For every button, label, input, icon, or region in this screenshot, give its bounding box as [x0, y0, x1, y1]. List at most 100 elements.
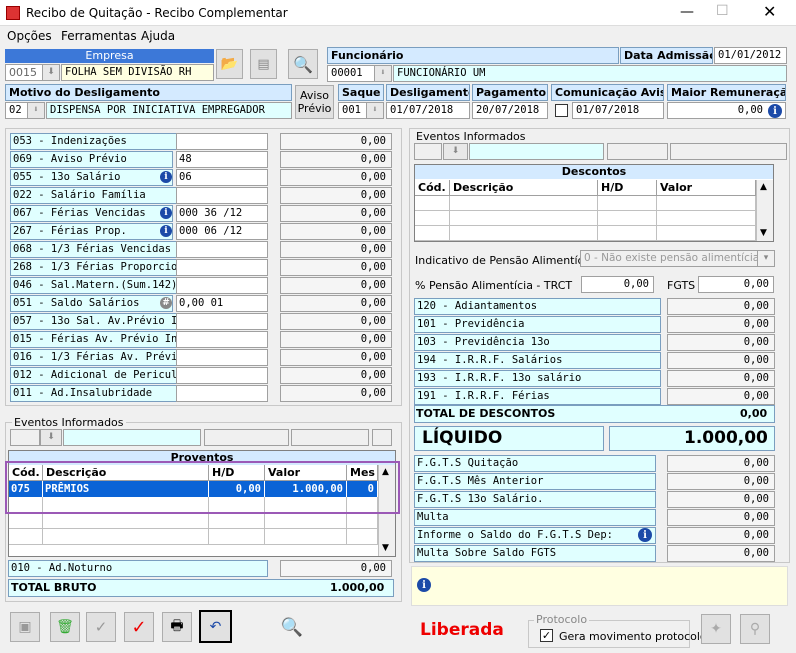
comunicacao-field[interactable]: 01/07/2018 [572, 102, 664, 119]
fgts-row-value[interactable]: 0,00 [667, 473, 775, 490]
left-row-value[interactable]: 0,00 [280, 367, 392, 384]
scroll-down-icon[interactable]: ▼ [382, 543, 389, 553]
left-row-value[interactable]: 0,00 [280, 277, 392, 294]
descontos-empty-cell[interactable] [598, 211, 657, 226]
menu-opcoes[interactable]: Opções [7, 29, 52, 43]
settings-button[interactable]: ✦ [701, 614, 731, 644]
proventos-empty-cell[interactable] [43, 529, 209, 545]
desligamento-field[interactable]: 01/07/2018 [386, 102, 470, 119]
descontos-empty-cell[interactable] [657, 196, 756, 211]
eventos-right-hd[interactable] [607, 143, 668, 160]
descontos-empty-cell[interactable] [415, 211, 450, 226]
descontos-empty-cell[interactable] [450, 226, 598, 241]
left-row-value[interactable]: 0,00 [280, 349, 392, 366]
maximize-icon[interactable]: ☐ [716, 3, 729, 19]
aviso-previo-button[interactable]: Aviso Prévio [295, 85, 334, 119]
eventos-right-drop[interactable]: ⬇ [443, 143, 468, 160]
info-icon[interactable]: i [160, 207, 172, 219]
left-row-value[interactable]: 0,00 [280, 187, 392, 204]
eventos-left-mes[interactable] [372, 429, 392, 446]
left-row-value[interactable]: 0,00 [280, 169, 392, 186]
left-row-value[interactable]: 0,00 [280, 223, 392, 240]
fgts-row-value[interactable]: 0,00 [667, 527, 775, 544]
left-row-value[interactable]: 0,00 [280, 385, 392, 402]
menu-ferramentas[interactable]: Ferramentas [61, 29, 137, 43]
proventos-empty-cell[interactable] [9, 529, 43, 545]
right-row-value[interactable]: 0,00 [667, 334, 775, 351]
left-row-value[interactable]: 0,00 [280, 259, 392, 276]
delete-button[interactable]: 🗑 [50, 612, 80, 642]
fgts-row-value[interactable]: 0,00 [667, 491, 775, 508]
fgts-info-icon[interactable]: i [638, 528, 652, 542]
admissao-field[interactable]: 01/01/2012 [714, 47, 787, 64]
left-row-extra[interactable]: 48 [176, 151, 268, 168]
eventos-right-valor[interactable] [670, 143, 787, 160]
fgts-field[interactable]: 0,00 [698, 276, 774, 293]
descontos-empty-cell[interactable] [415, 226, 450, 241]
info-icon[interactable]: i [160, 171, 172, 183]
left-row-extra[interactable]: 000 06 /12 [176, 223, 268, 240]
proventos-empty-cell[interactable] [43, 513, 209, 529]
left-row-value[interactable]: 0,00 [280, 133, 392, 150]
proventos-empty-cell[interactable] [347, 529, 378, 545]
descontos-empty-cell[interactable] [450, 211, 598, 226]
descontos-empty-cell[interactable] [415, 196, 450, 211]
chevron-down-icon[interactable]: ⬇ [374, 66, 391, 81]
chevron-down-icon[interactable]: ⬇ [42, 65, 59, 80]
right-row-value[interactable]: 0,00 [667, 316, 775, 333]
eventos-left-hd[interactable] [204, 429, 289, 446]
open-folder-button[interactable]: 📂 [216, 49, 243, 79]
left-row-extra[interactable]: 06 [176, 169, 268, 186]
descontos-empty-cell[interactable] [450, 196, 598, 211]
scroll-down-icon[interactable]: ▼ [760, 228, 767, 238]
fgts-row-value[interactable]: 0,00 [667, 509, 775, 526]
undo-button[interactable]: ↶ [199, 610, 232, 643]
protocolo-checkbox[interactable]: ✓ [540, 629, 553, 642]
menu-ajuda[interactable]: Ajuda [141, 29, 175, 43]
report-button[interactable]: ▤ [250, 49, 277, 79]
fgts-row-value[interactable]: 0,00 [667, 545, 775, 562]
confirm-button[interactable]: ✓ [86, 612, 116, 642]
noturno-value[interactable]: 0,00 [280, 560, 392, 577]
comunicacao-checkbox[interactable] [555, 104, 568, 117]
search-button[interactable]: 🔍 [288, 49, 318, 79]
left-row-value[interactable]: 0,00 [280, 295, 392, 312]
proventos-empty-cell[interactable] [347, 513, 378, 529]
proventos-empty-cell[interactable] [209, 529, 265, 545]
proventos-empty-cell[interactable] [265, 513, 347, 529]
descontos-col-header[interactable]: Valor [657, 180, 756, 196]
descontos-col-header[interactable]: Cód. [415, 180, 450, 196]
scroll-up-icon[interactable]: ▲ [760, 182, 767, 192]
left-row-extra[interactable]: 000 36 /12 [176, 205, 268, 222]
fgts-row-value[interactable]: 0,00 [667, 455, 775, 472]
descontos-empty-cell[interactable] [598, 196, 657, 211]
descontos-empty-cell[interactable] [657, 211, 756, 226]
left-row-value[interactable]: 0,00 [280, 313, 392, 330]
left-row-value[interactable]: 0,00 [280, 205, 392, 222]
chevron-down-icon[interactable]: ▾ [757, 251, 774, 266]
info-icon[interactable]: i [160, 225, 172, 237]
right-row-value[interactable]: 0,00 [667, 298, 775, 315]
print-button[interactable]: 🖶 [162, 612, 192, 642]
empresa-code-field[interactable]: 0015 ⬇ [5, 64, 60, 81]
left-row-extra[interactable]: 0,00 01 [176, 295, 268, 312]
descontos-col-header[interactable]: Descrição [450, 180, 598, 196]
left-row-value[interactable]: 0,00 [280, 151, 392, 168]
descontos-empty-cell[interactable] [598, 226, 657, 241]
eventos-left-code[interactable] [10, 429, 40, 446]
saque-field[interactable]: 001 ⬇ [338, 102, 384, 119]
eventos-left-drop[interactable]: ⬇ [40, 429, 62, 446]
eventos-right-code[interactable] [414, 143, 442, 160]
pensao-select[interactable]: 0 - Não existe pensão alimentícia ▾ [580, 250, 775, 267]
proventos-empty-cell[interactable] [9, 513, 43, 529]
left-row-value[interactable]: 0,00 [280, 331, 392, 348]
proventos-empty-cell[interactable] [265, 529, 347, 545]
motivo-code-field[interactable]: 02 ⬇ [5, 102, 45, 119]
left-row-value[interactable]: 0,00 [280, 241, 392, 258]
right-row-value[interactable]: 0,00 [667, 388, 775, 405]
descontos-col-header[interactable]: H/D [598, 180, 657, 196]
pensao-pct-field[interactable]: 0,00 [581, 276, 654, 293]
eventos-left-valor[interactable] [291, 429, 369, 446]
proventos-empty-cell[interactable] [209, 513, 265, 529]
preview-button[interactable]: 🔍 [273, 609, 311, 645]
